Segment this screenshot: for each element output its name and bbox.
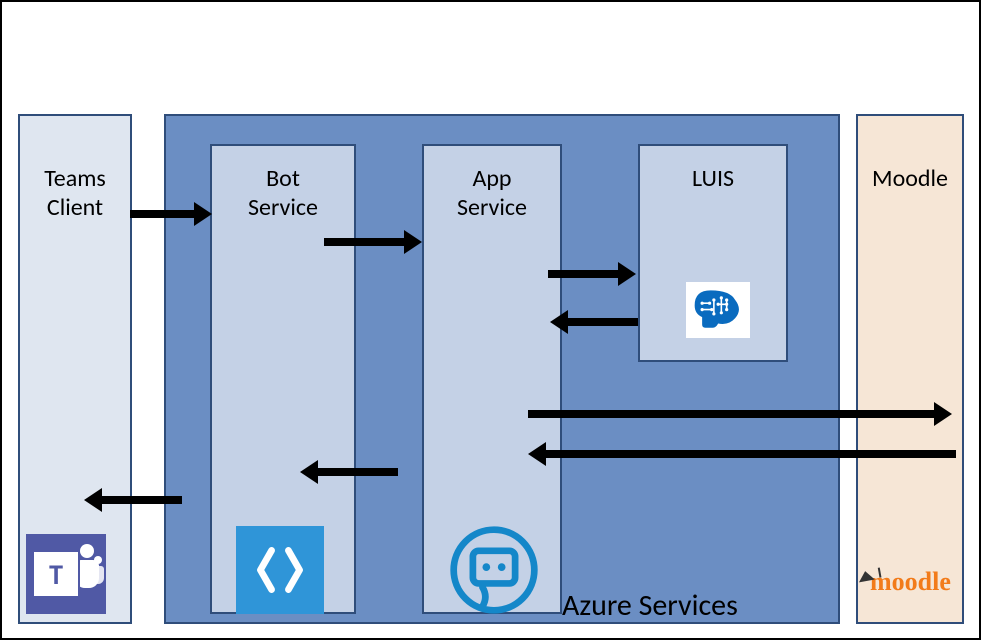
arrow-bot-to-app bbox=[324, 238, 404, 246]
arrow-moodle-to-app bbox=[546, 450, 956, 458]
app-label-line2: Service bbox=[457, 193, 527, 222]
moodle-logo-text: moodle bbox=[870, 567, 951, 597]
app-service-label: App Service bbox=[422, 165, 562, 223]
teams-label-line1: Teams bbox=[44, 164, 106, 193]
teams-client-label: Teams Client bbox=[18, 165, 132, 223]
bot-label-line1: Bot bbox=[266, 164, 300, 193]
azure-bot-service-icon bbox=[236, 526, 324, 614]
diagram-canvas: Teams Client Bot Service App Service LUI… bbox=[0, 0, 981, 640]
arrow-app-to-bot bbox=[318, 468, 398, 476]
arrow-luis-to-app bbox=[568, 318, 638, 326]
luis-label: LUIS bbox=[638, 165, 788, 194]
moodle-logo-icon: moodle bbox=[858, 562, 966, 602]
microsoft-teams-icon: T bbox=[26, 534, 106, 614]
moodle-label: Moodle bbox=[856, 165, 964, 194]
app-label-line1: App bbox=[472, 164, 511, 193]
bot-service-label: Bot Service bbox=[210, 165, 356, 223]
arrow-app-to-luis bbox=[548, 270, 618, 278]
luis-brain-icon bbox=[686, 282, 750, 338]
azure-services-label: Azure Services bbox=[562, 588, 832, 624]
arrow-bot-to-teams bbox=[102, 496, 182, 504]
arrow-teams-to-bot bbox=[130, 210, 194, 218]
teams-label-line2: Client bbox=[47, 193, 103, 222]
arrow-app-to-moodle bbox=[528, 410, 934, 418]
bot-label-line2: Service bbox=[248, 193, 318, 222]
azure-cognitive-app-icon bbox=[446, 522, 542, 618]
